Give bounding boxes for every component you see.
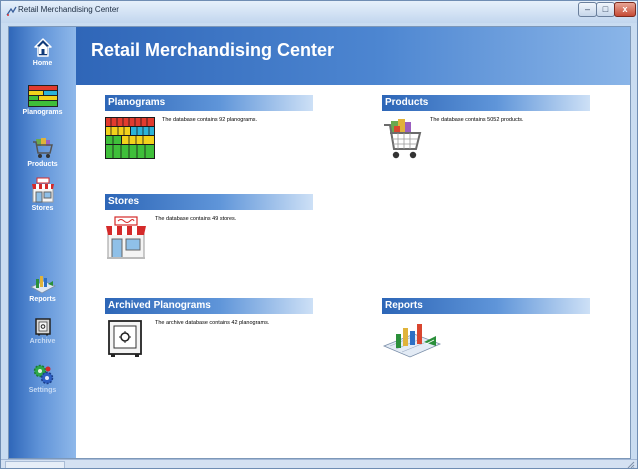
- sidebar-item-archive[interactable]: Archive: [9, 318, 76, 345]
- sidebar-item-label: Stores: [31, 205, 54, 212]
- store-icon: [31, 177, 54, 203]
- section-stores: Stores The database contains 49 stores.: [105, 194, 313, 264]
- title-bar[interactable]: Retail Merchandising Center – □ x: [1, 1, 637, 23]
- reports-icon: [29, 276, 56, 294]
- sidebar: Home Planograms Products Stores Reports …: [9, 27, 76, 458]
- sidebar-item-home[interactable]: Home: [9, 38, 76, 67]
- resize-grip-icon[interactable]: [627, 461, 635, 469]
- reports-icon[interactable]: [382, 322, 442, 358]
- products-description: The database contains 5052 products.: [430, 117, 524, 123]
- planograms-description: The database contains 92 planograms.: [162, 117, 258, 123]
- section-archived-planograms: Archived Planograms The archive database…: [105, 298, 313, 368]
- sidebar-item-label: Home: [32, 60, 53, 67]
- sidebar-item-label: Archive: [29, 338, 56, 345]
- sidebar-item-reports[interactable]: Reports: [9, 272, 76, 303]
- section-reports: Reports: [382, 298, 590, 368]
- sidebar-item-planograms[interactable]: Planograms: [9, 85, 76, 116]
- planogram-icon[interactable]: [105, 117, 155, 159]
- app-icon: [6, 6, 17, 16]
- sidebar-item-stores[interactable]: Stores: [9, 177, 76, 212]
- sidebar-item-label: Reports: [29, 296, 56, 303]
- planograms-header-link[interactable]: Planograms: [105, 95, 313, 111]
- sidebar-item-label: Settings: [28, 387, 57, 394]
- status-panel: [5, 461, 65, 468]
- page-banner: Retail Merchandising Center: [76, 27, 630, 85]
- shopping-cart-icon: [32, 138, 53, 158]
- sidebar-item-settings[interactable]: Settings: [9, 363, 76, 394]
- reports-header-link[interactable]: Reports: [382, 298, 590, 314]
- products-header-link[interactable]: Products: [382, 95, 590, 111]
- status-bar: [1, 459, 637, 469]
- shopping-cart-icon[interactable]: [382, 117, 422, 161]
- close-button[interactable]: x: [614, 2, 636, 17]
- planogram-icon: [27, 85, 58, 107]
- sidebar-item-label: Planograms: [22, 109, 63, 116]
- archived-planograms-description: The archive database contains 42 planogr…: [155, 320, 270, 326]
- page-title: Retail Merchandising Center: [91, 40, 335, 60]
- safe-icon: [34, 318, 51, 336]
- sidebar-item-label: Products: [27, 161, 58, 168]
- section-products: Products The database contains 5052 prod…: [382, 95, 590, 165]
- window-title: Retail Merchandising Center: [18, 5, 119, 14]
- maximize-button[interactable]: □: [596, 2, 615, 17]
- home-icon: [33, 38, 52, 57]
- gears-icon: [33, 364, 53, 385]
- stores-header-link[interactable]: Stores: [105, 194, 313, 210]
- archived-planograms-header-link[interactable]: Archived Planograms: [105, 298, 313, 314]
- sidebar-item-products[interactable]: Products: [9, 137, 76, 168]
- main-panel: Retail Merchandising Center Planograms T…: [76, 27, 630, 458]
- stores-description: The database contains 49 stores.: [155, 216, 237, 222]
- app-window: Retail Merchandising Center – □ x Home P…: [0, 0, 638, 469]
- content-frame: Home Planograms Products Stores Reports …: [8, 26, 631, 459]
- safe-icon[interactable]: [108, 320, 142, 358]
- store-icon[interactable]: [105, 216, 147, 260]
- minimize-button[interactable]: –: [578, 2, 597, 17]
- section-planograms: Planograms The database contains 92 plan…: [105, 95, 313, 165]
